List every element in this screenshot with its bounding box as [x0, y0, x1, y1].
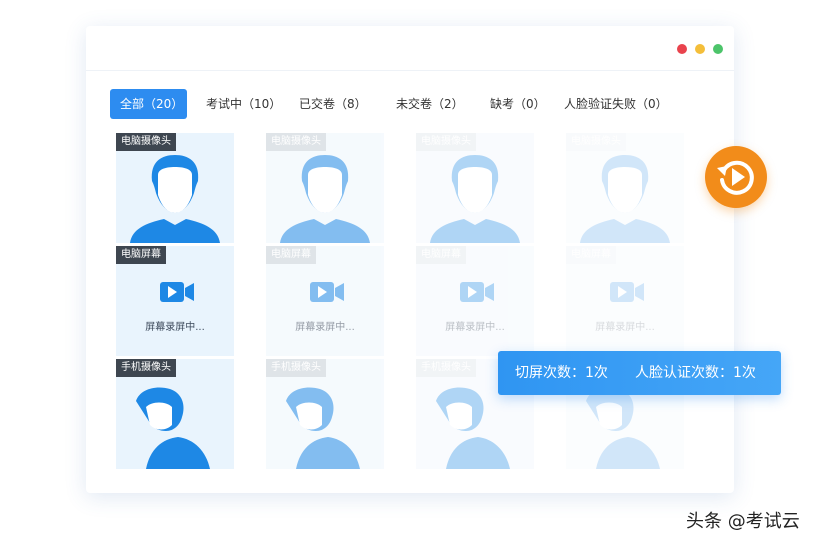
switch-screen-count: 切屏次数：1次: [515, 365, 608, 381]
computer-camera-feed[interactable]: 电脑摄像头: [566, 133, 684, 243]
app-window: 全部（20） 考试中（10） 已交卷（8） 未交卷（2） 缺考（0） 人脸验证失…: [86, 26, 734, 493]
screen-recording-caption: 屏幕录屏中...: [445, 322, 505, 333]
status-filter-tabs: 全部（20） 考试中（10） 已交卷（8） 未交卷（2） 缺考（0） 人脸验证失…: [86, 89, 734, 119]
close-window-button[interactable]: [677, 44, 687, 54]
phone-camera-label: 手机摄像头: [116, 359, 176, 377]
screen-recording-caption: 屏幕录屏中...: [595, 322, 655, 333]
source-watermark: 头条 @考试云: [686, 511, 800, 532]
screen-recording-caption: 屏幕录屏中...: [295, 322, 355, 333]
minimize-window-button[interactable]: [695, 44, 705, 54]
computer-screen-label: 电脑屏幕: [116, 246, 166, 264]
tab-absent[interactable]: 缺考（0）: [490, 89, 546, 119]
phone-camera-feed[interactable]: 手机摄像头: [266, 359, 384, 469]
phone-camera-label: 手机摄像头: [266, 359, 326, 377]
face-verify-count: 人脸认证次数：1次: [635, 365, 756, 381]
tab-in-exam[interactable]: 考试中（10）: [206, 89, 281, 119]
computer-camera-feed[interactable]: 电脑摄像头: [416, 133, 534, 243]
tab-face-verify-failed[interactable]: 人脸验证失败（0）: [564, 89, 668, 119]
phone-camera-feed[interactable]: 手机摄像头: [116, 359, 234, 469]
computer-screen-feed[interactable]: 电脑屏幕 屏幕录屏中...: [116, 246, 234, 356]
computer-screen-label: 电脑屏幕: [566, 246, 616, 264]
replay-icon: [717, 160, 754, 195]
tab-submitted[interactable]: 已交卷（8）: [299, 89, 367, 119]
screen-recording-caption: 屏幕录屏中...: [145, 322, 205, 333]
tab-not-submitted[interactable]: 未交卷（2）: [396, 89, 464, 119]
computer-screen-feed[interactable]: 电脑屏幕 屏幕录屏中...: [566, 246, 684, 356]
phone-camera-label: 手机摄像头: [416, 359, 476, 377]
computer-screen-label: 电脑屏幕: [416, 246, 466, 264]
computer-screen-feed[interactable]: 电脑屏幕 屏幕录屏中...: [416, 246, 534, 356]
computer-screen-label: 电脑屏幕: [266, 246, 316, 264]
computer-camera-feed[interactable]: 电脑摄像头: [116, 133, 234, 243]
computer-camera-label: 电脑摄像头: [266, 133, 326, 151]
computer-screen-feed[interactable]: 电脑屏幕 屏幕录屏中...: [266, 246, 384, 356]
computer-camera-label: 电脑摄像头: [116, 133, 176, 151]
window-titlebar: [86, 26, 734, 71]
replay-button[interactable]: [705, 146, 767, 208]
computer-camera-label: 电脑摄像头: [416, 133, 476, 151]
tab-all[interactable]: 全部（20）: [110, 89, 187, 119]
computer-camera-feed[interactable]: 电脑摄像头: [266, 133, 384, 243]
monitoring-stats-banner: 切屏次数：1次 人脸认证次数：1次: [498, 351, 781, 395]
maximize-window-button[interactable]: [713, 44, 723, 54]
computer-camera-label: 电脑摄像头: [566, 133, 626, 151]
